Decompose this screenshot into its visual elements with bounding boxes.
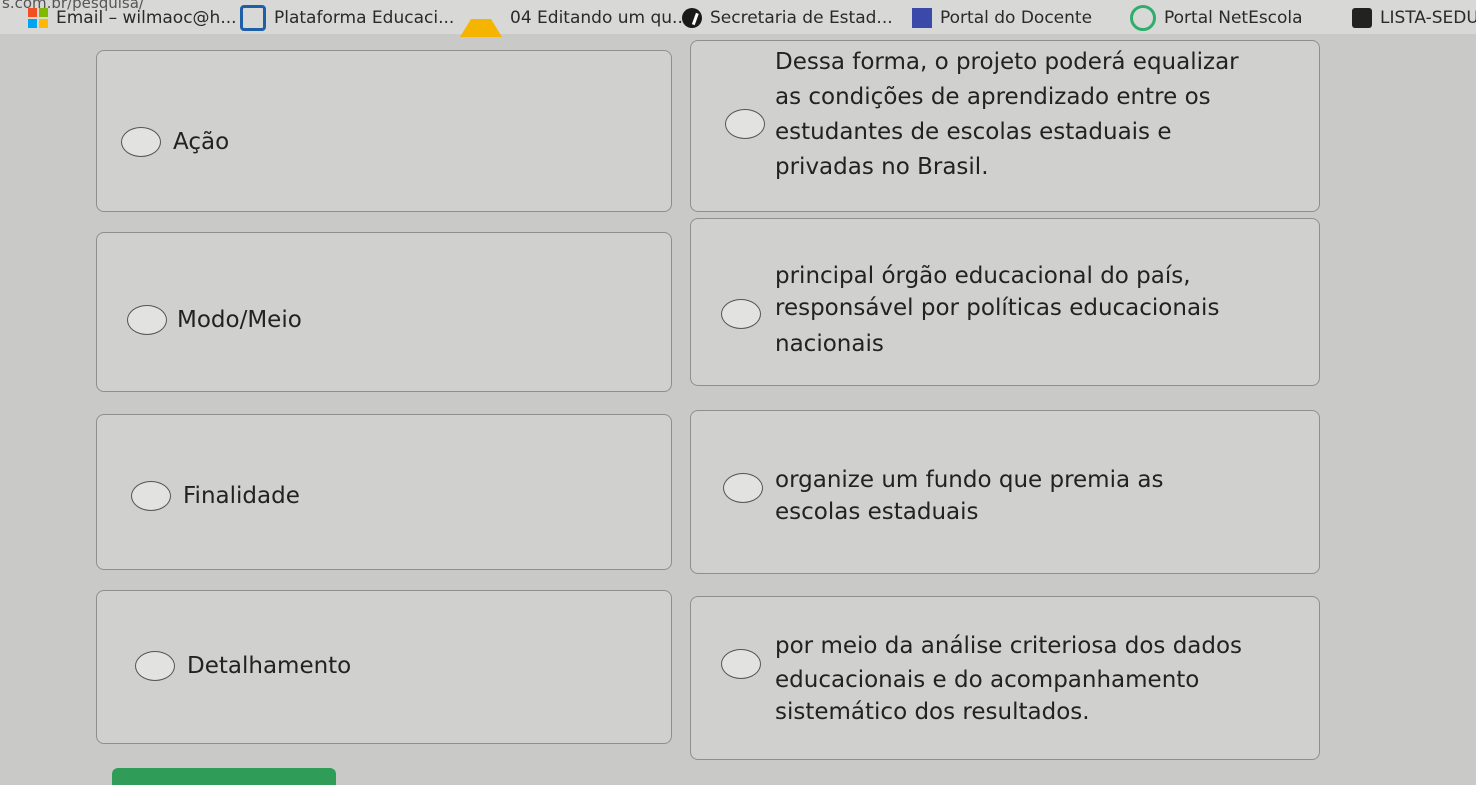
option-text-line: responsável por políticas educacionais: [775, 295, 1220, 321]
option-text-line: as condições de aprendizado entre os: [775, 84, 1211, 110]
option-label: Finalidade: [183, 483, 300, 509]
bookmark-label: Plataforma Educaci...: [274, 8, 455, 28]
bookmark-netescola[interactable]: Portal NetEscola: [1130, 4, 1303, 32]
bookmark-label: Email – wilmaoc@h...: [56, 8, 237, 28]
option-text-line: escolas estaduais: [775, 499, 979, 525]
option-text-line: organize um fundo que premia as: [775, 467, 1164, 493]
google-drive-icon: [460, 0, 502, 37]
match-option-left[interactable]: Ação: [96, 50, 672, 212]
bookmark-label: Portal do Docente: [940, 8, 1093, 28]
match-option-left[interactable]: Detalhamento: [96, 590, 672, 744]
match-option-left[interactable]: Modo/Meio: [96, 232, 672, 392]
match-option-right[interactable]: organize um fundo que premia as escolas …: [690, 410, 1320, 574]
radio-button[interactable]: [723, 473, 763, 503]
bookmark-portal-docente[interactable]: Portal do Docente: [912, 4, 1092, 32]
bookmark-secretaria[interactable]: Secretaria de Estad...: [682, 4, 893, 32]
lista-icon: [1352, 8, 1372, 28]
option-text-line: privadas no Brasil.: [775, 154, 989, 180]
bookmark-plataforma[interactable]: Plataforma Educaci...: [240, 4, 454, 32]
option-text-line: principal órgão educacional do país,: [775, 263, 1191, 289]
option-label: Ação: [173, 129, 230, 155]
bookmark-label: Secretaria de Estad...: [710, 8, 893, 28]
option-text-line: sistemático dos resultados.: [775, 699, 1090, 725]
option-label: Modo/Meio: [177, 307, 302, 333]
radio-button[interactable]: [721, 649, 761, 679]
radio-button[interactable]: [721, 299, 761, 329]
match-option-right[interactable]: principal órgão educacional do país, res…: [690, 218, 1320, 386]
bookmarks-bar: s.com.br/pesquisa/ Email – wilmaoc@h... …: [0, 0, 1476, 37]
option-text-line: estudantes de escolas estaduais e: [775, 119, 1172, 145]
radio-button[interactable]: [725, 109, 765, 139]
bookmark-email[interactable]: Email – wilmaoc@h...: [28, 4, 237, 32]
match-option-left[interactable]: Finalidade: [96, 414, 672, 570]
bookmark-label: 04 Editando um qu...: [510, 8, 689, 28]
radio-button[interactable]: [127, 305, 167, 335]
bookmark-drive[interactable]: 04 Editando um qu...: [460, 4, 689, 37]
bookmark-lista[interactable]: LISTA-SEDU: [1352, 4, 1476, 32]
microsoft-icon: [28, 8, 48, 28]
radio-button[interactable]: [135, 651, 175, 681]
option-text-line: educacionais e do acompanhamento: [775, 667, 1200, 693]
radio-button[interactable]: [131, 481, 171, 511]
netescola-icon: [1130, 5, 1156, 31]
plataforma-icon: [240, 5, 266, 31]
option-label: Detalhamento: [187, 653, 352, 679]
match-option-right[interactable]: Dessa forma, o projeto poderá equalizar …: [690, 40, 1320, 212]
match-option-right[interactable]: por meio da análise criteriosa dos dados…: [690, 596, 1320, 760]
portal-icon: [912, 8, 932, 28]
bookmark-label: LISTA-SEDU: [1380, 8, 1476, 28]
bookmark-label: Portal NetEscola: [1164, 8, 1303, 28]
submit-button[interactable]: [112, 768, 336, 785]
option-text-line: Dessa forma, o projeto poderá equalizar: [775, 49, 1239, 75]
option-text-line: nacionais: [775, 331, 884, 357]
radio-button[interactable]: [121, 127, 161, 157]
secretaria-icon: [682, 8, 702, 28]
option-text-line: por meio da análise criteriosa dos dados: [775, 633, 1243, 659]
